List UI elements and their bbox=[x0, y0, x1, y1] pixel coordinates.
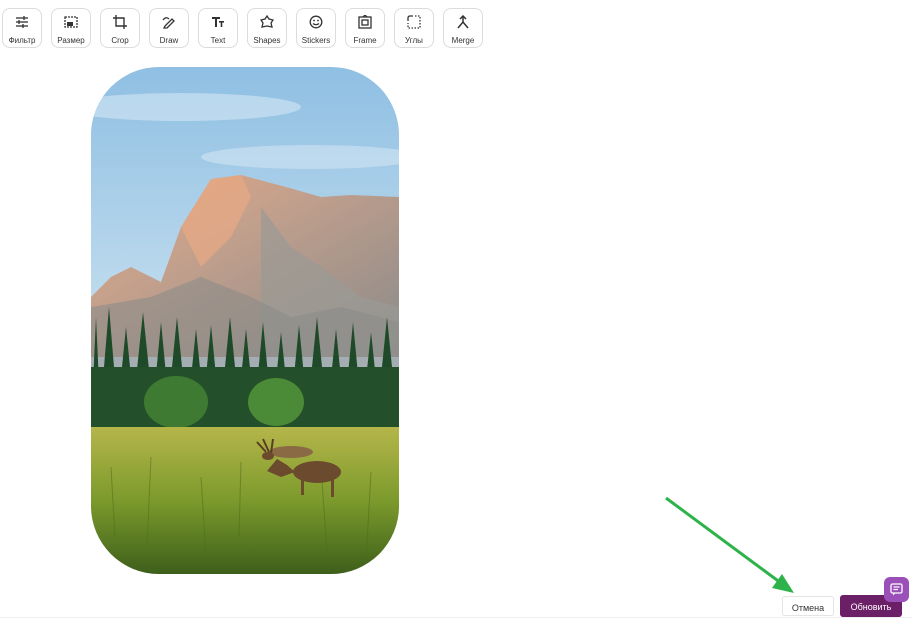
tool-label: Merge bbox=[451, 36, 475, 45]
merge-icon bbox=[456, 15, 470, 29]
cancel-button[interactable]: Отмена bbox=[782, 596, 834, 616]
footer-divider bbox=[0, 617, 912, 618]
resize-icon bbox=[64, 15, 78, 29]
tool-label: Crop bbox=[111, 36, 129, 45]
crop-icon bbox=[113, 15, 127, 29]
tool-label: Stickers bbox=[301, 36, 331, 45]
annotation-arrow-icon bbox=[665, 496, 794, 593]
tool-frame-button[interactable]: Frame bbox=[345, 8, 385, 48]
tool-label: Углы bbox=[405, 36, 423, 45]
tool-label: Text bbox=[210, 36, 226, 45]
tool-stickers-button[interactable]: Stickers bbox=[296, 8, 336, 48]
chat-icon bbox=[890, 583, 903, 596]
tool-label: Frame bbox=[353, 36, 377, 45]
shapes-icon bbox=[260, 15, 274, 29]
sliders-icon bbox=[15, 15, 29, 29]
tool-corners-button[interactable]: Углы bbox=[394, 8, 434, 48]
corners-icon bbox=[407, 15, 421, 29]
draw-icon bbox=[162, 15, 176, 29]
tool-filter-button[interactable]: Фильтр bbox=[2, 8, 42, 48]
tool-text-button[interactable]: Text bbox=[198, 8, 238, 48]
frame-icon bbox=[358, 15, 372, 29]
tool-resize-button[interactable]: Размер bbox=[51, 8, 91, 48]
tool-label: Draw bbox=[159, 36, 179, 45]
tool-label: Фильтр bbox=[8, 36, 36, 45]
tool-shapes-button[interactable]: Shapes bbox=[247, 8, 287, 48]
tool-crop-button[interactable]: Crop bbox=[100, 8, 140, 48]
chat-widget-button[interactable] bbox=[884, 577, 909, 602]
text-icon bbox=[211, 15, 225, 29]
tool-draw-button[interactable]: Draw bbox=[149, 8, 189, 48]
tool-label: Размер bbox=[57, 36, 85, 45]
tool-label: Shapes bbox=[253, 36, 281, 45]
sticker-icon bbox=[309, 15, 323, 29]
tool-merge-button[interactable]: Merge bbox=[443, 8, 483, 48]
edited-photo[interactable] bbox=[91, 67, 399, 574]
